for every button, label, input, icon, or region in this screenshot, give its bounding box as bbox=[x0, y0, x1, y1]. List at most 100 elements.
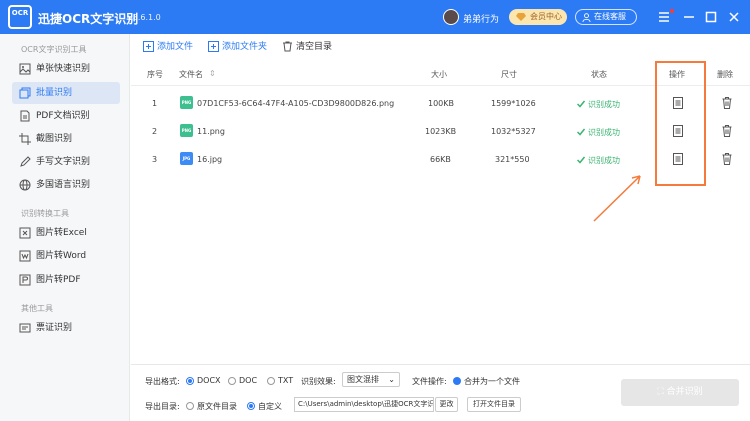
format-doc-label: DOC bbox=[239, 376, 258, 385]
add-folder-icon bbox=[208, 41, 219, 52]
row-filename: 07D1CF53-6C64-47F4-A105-CD3D9800D826.png bbox=[197, 99, 395, 108]
row-status-text: 识别成功 bbox=[588, 100, 620, 109]
effect-select-value: 图文混排 bbox=[347, 375, 379, 384]
single-image-icon bbox=[19, 63, 31, 75]
format-txt-label: TXT bbox=[278, 376, 294, 385]
sidebar-item-pdf[interactable]: PDF文档识别 bbox=[12, 105, 120, 127]
globe-icon bbox=[19, 179, 31, 191]
sort-icon[interactable]: ⇕ bbox=[209, 69, 216, 78]
row-dimensions: 1599*1026 bbox=[491, 99, 536, 108]
sidebar-item-label: PDF文档识别 bbox=[36, 111, 90, 121]
sidebar-item-img-pdf[interactable]: 图片转PDF bbox=[12, 269, 120, 291]
check-icon bbox=[577, 100, 585, 108]
online-service-button[interactable]: 在线客服 bbox=[575, 9, 637, 25]
sidebar-item-label: 票证识别 bbox=[36, 323, 73, 333]
dir-custom-label: 自定义 bbox=[258, 402, 282, 411]
format-doc-radio[interactable] bbox=[228, 377, 236, 385]
sidebar-item-label: 图片转PDF bbox=[36, 275, 81, 285]
col-dimensions: 尺寸 bbox=[501, 70, 517, 79]
merge-file-checkbox[interactable] bbox=[453, 377, 461, 385]
diamond-icon bbox=[516, 13, 526, 21]
format-docx-label: DOCX bbox=[197, 376, 221, 385]
sidebar: OCR文字识别工具 单张快速识别 批量识别 PDF文档识别 截图识别 手写文字识… bbox=[0, 34, 130, 421]
sidebar-item-ticket[interactable]: 票证识别 bbox=[12, 317, 120, 339]
sidebar-item-label: 批量识别 bbox=[36, 88, 73, 98]
add-folder-button[interactable]: 添加文件夹 bbox=[208, 41, 267, 53]
username[interactable]: 弟弟行为 bbox=[463, 12, 499, 25]
format-txt-radio[interactable] bbox=[267, 377, 275, 385]
trash-icon[interactable] bbox=[722, 97, 732, 109]
effect-select[interactable]: 图文混排 ⌄ bbox=[342, 372, 400, 387]
merge-file-label: 合并为一个文件 bbox=[464, 377, 520, 386]
effect-label: 识别效果: bbox=[301, 377, 336, 386]
png-file-icon: PNG bbox=[180, 124, 193, 137]
col-index: 序号 bbox=[147, 70, 163, 79]
trash-icon[interactable] bbox=[722, 125, 732, 137]
maximize-icon[interactable] bbox=[704, 10, 718, 24]
row-index: 2 bbox=[152, 127, 158, 136]
sidebar-item-label: 手写文字识别 bbox=[36, 157, 91, 167]
clear-list-label: 清空目录 bbox=[296, 42, 333, 52]
screenshot-icon bbox=[19, 133, 31, 145]
check-icon bbox=[577, 128, 585, 136]
dir-original-radio[interactable] bbox=[186, 402, 194, 410]
excel-icon bbox=[19, 227, 31, 239]
change-path-button[interactable]: 更改 bbox=[435, 397, 458, 412]
batch-icon bbox=[19, 87, 31, 99]
pdf-icon bbox=[20, 110, 30, 122]
operation-highlight-box bbox=[655, 61, 706, 186]
file-op-label: 文件操作: bbox=[412, 377, 447, 386]
handwriting-icon bbox=[20, 156, 31, 167]
sidebar-item-language[interactable]: 多国语言识别 bbox=[12, 174, 120, 196]
png-file-icon: PNG bbox=[180, 96, 193, 109]
dir-custom-radio[interactable] bbox=[247, 402, 255, 410]
bottom-panel: 导出格式: DOCX DOC TXT 识别效果: 图文混排 ⌄ 文件操作: 合并… bbox=[131, 364, 750, 421]
row-status-text: 识别成功 bbox=[588, 128, 620, 137]
app-version: v8.6.1.0 bbox=[128, 13, 161, 22]
add-file-label: 添加文件 bbox=[157, 42, 194, 52]
chevron-down-icon: ⌄ bbox=[388, 375, 395, 384]
dir-original-label: 原文件目录 bbox=[197, 402, 237, 411]
sidebar-item-batch[interactable]: 批量识别 bbox=[12, 82, 120, 104]
add-file-icon bbox=[143, 41, 154, 52]
add-file-button[interactable]: 添加文件 bbox=[143, 41, 193, 53]
vip-center-button[interactable]: 会员中心 bbox=[509, 9, 567, 25]
pdf-convert-icon bbox=[19, 274, 31, 286]
menu-icon[interactable] bbox=[657, 10, 671, 24]
close-icon[interactable] bbox=[727, 10, 741, 24]
col-filename[interactable]: 文件名 bbox=[179, 69, 203, 80]
app-logo: OCR bbox=[8, 5, 32, 29]
minimize-icon[interactable] bbox=[682, 10, 696, 24]
sidebar-item-label: 多国语言识别 bbox=[36, 180, 91, 190]
add-folder-label: 添加文件夹 bbox=[222, 42, 268, 52]
merge-recognize-button[interactable]: ⛶ 合并识别 bbox=[621, 379, 739, 406]
export-path-input[interactable]: C:\Users\admin\desktop\迅捷OCR文字识别 bbox=[294, 397, 434, 412]
sidebar-item-single[interactable]: 单张快速识别 bbox=[12, 58, 120, 80]
sidebar-item-label: 单张快速识别 bbox=[36, 64, 91, 74]
avatar[interactable] bbox=[443, 9, 459, 25]
sidebar-item-screenshot[interactable]: 截图识别 bbox=[12, 128, 120, 150]
sidebar-item-word[interactable]: 图片转Word bbox=[12, 245, 120, 267]
row-status: 识别成功 bbox=[577, 155, 620, 166]
sidebar-item-label: 截图识别 bbox=[36, 134, 73, 144]
sidebar-section-convert: 识别转换工具 bbox=[21, 209, 69, 218]
row-size: 66KB bbox=[430, 155, 451, 164]
merge-icon: ⛶ bbox=[657, 387, 664, 397]
row-filename: 11.png bbox=[197, 127, 225, 136]
sidebar-item-label: 图片转Word bbox=[36, 251, 87, 261]
clear-list-button[interactable]: 清空目录 bbox=[282, 41, 332, 53]
sidebar-item-label: 图片转Excel bbox=[36, 228, 87, 238]
open-folder-button[interactable]: 打开文件目录 bbox=[467, 397, 521, 412]
row-dimensions: 321*550 bbox=[495, 155, 530, 164]
row-status: 识别成功 bbox=[577, 99, 620, 110]
trash-icon[interactable] bbox=[722, 153, 732, 165]
sidebar-item-excel[interactable]: 图片转Excel bbox=[12, 222, 120, 244]
row-status: 识别成功 bbox=[577, 127, 620, 138]
sidebar-section-other: 其他工具 bbox=[21, 304, 53, 313]
row-dimensions: 1032*5327 bbox=[491, 127, 536, 136]
sidebar-item-handwriting[interactable]: 手写文字识别 bbox=[12, 151, 120, 173]
format-docx-radio[interactable] bbox=[186, 377, 194, 385]
check-icon bbox=[577, 156, 585, 164]
row-size: 1023KB bbox=[425, 127, 457, 136]
app-name: 迅捷OCR文字识别 bbox=[38, 12, 139, 26]
